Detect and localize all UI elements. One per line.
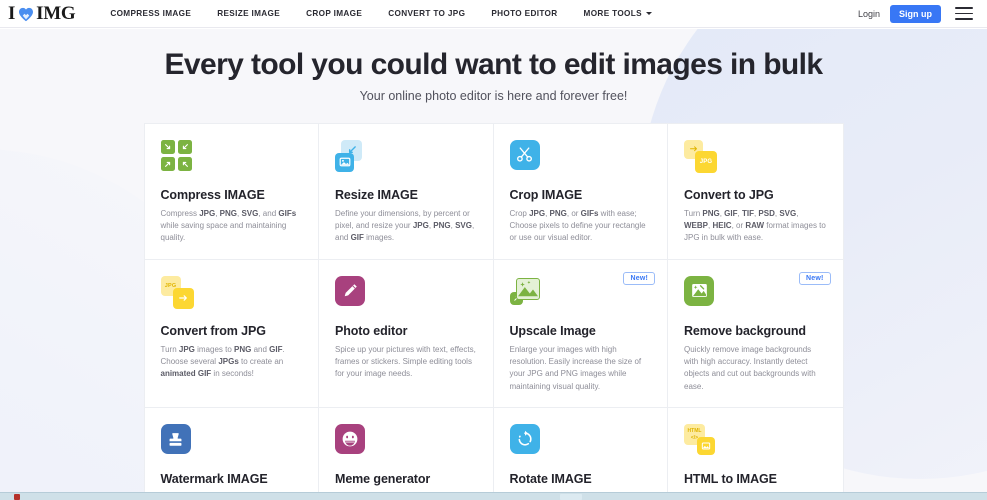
tool-title: HTML to IMAGE	[684, 472, 777, 487]
nav-photo-editor[interactable]: PHOTO EDITOR	[478, 3, 570, 24]
status-badge: New!	[798, 271, 831, 285]
signup-button[interactable]: Sign up	[890, 4, 941, 23]
convert-from-jpg-icon: JPG	[160, 275, 303, 312]
tool-title: Crop IMAGE	[509, 187, 583, 202]
resize-photo-icon	[335, 139, 477, 176]
pencil-icon	[335, 275, 477, 312]
tool-description: Compress JPG, PNG, SVG, and GIFs while s…	[160, 208, 297, 243]
heart-icon	[18, 7, 34, 22]
tool-title: Convert from JPG	[160, 323, 266, 338]
tool-convert-to-jpg[interactable]: JPG Convert to JPG Turn PNG, GIF, TIF, P…	[668, 123, 843, 260]
tool-title: Watermark IMAGE	[160, 472, 268, 487]
tool-resize-image[interactable]: Resize IMAGE Define your dimensions, by …	[319, 123, 494, 260]
nav-label: PHOTO EDITOR	[491, 9, 558, 18]
tool-title: Resize IMAGE	[335, 187, 418, 202]
tool-description: Turn PNG, GIF, TIF, PSD, SVG, WEBP, HEIC…	[684, 208, 826, 243]
tool-title: Remove background	[684, 323, 806, 338]
logo-text-pre: I	[8, 2, 16, 24]
tool-title: Compress IMAGE	[160, 187, 265, 202]
site-logo[interactable]: I IMG	[8, 2, 76, 25]
main-content: Every tool you could want to edit images…	[0, 28, 987, 500]
page-root: I IMG COMPRESS IMAGE RESIZE IMAGE CROP I…	[0, 0, 987, 500]
tool-title: Meme generator	[335, 472, 431, 487]
hero-section: Every tool you could want to edit images…	[0, 46, 987, 123]
nav-label: COMPRESS IMAGE	[110, 9, 192, 18]
nav-more-tools[interactable]: MORE TOOLS	[571, 3, 665, 24]
tool-description: Crop JPG, PNG, or GIFs with ease; Choose…	[509, 208, 646, 243]
os-taskbar[interactable]	[0, 492, 987, 500]
tool-remove-background[interactable]: New! Remove background Quickly remove im…	[668, 259, 843, 409]
logo-text-post: IMG	[36, 2, 76, 24]
tool-description: Spice up your pictures with text, effect…	[335, 344, 476, 379]
status-badge: New!	[623, 271, 655, 285]
tool-crop-image[interactable]: Crop IMAGE Crop JPG, PNG, or GIFs with e…	[493, 123, 668, 260]
convert-to-jpg-icon: JPG	[684, 139, 827, 176]
nav-label: CROP IMAGE	[306, 9, 363, 18]
stamp-icon	[160, 424, 303, 460]
tool-title: Convert to JPG	[684, 187, 774, 202]
meme-face-icon	[335, 424, 477, 460]
hamburger-menu-icon[interactable]	[955, 7, 973, 20]
tool-title: Photo editor	[335, 323, 408, 338]
nav-compress-image[interactable]: COMPRESS IMAGE	[97, 3, 204, 24]
tool-description: Turn JPG images to PNG and GIF. Choose s…	[160, 344, 285, 379]
nav-label: RESIZE IMAGE	[217, 9, 281, 18]
tool-photo-editor[interactable]: Photo editor Spice up your pictures with…	[319, 259, 494, 409]
nav-resize-image[interactable]: RESIZE IMAGE	[204, 3, 293, 24]
tool-title: Rotate IMAGE	[509, 472, 592, 487]
taskbar-app-icon[interactable]	[14, 493, 20, 500]
tool-title: Upscale Image	[509, 323, 596, 338]
tool-watermark-image[interactable]: Watermark IMAGE Stamp an image or text o…	[144, 408, 319, 500]
tool-description: Quickly remove image backgrounds with hi…	[684, 344, 816, 391]
header-actions: Login Sign up	[858, 4, 973, 23]
page-subtitle: Your online photo editor is here and for…	[359, 88, 628, 103]
nav-crop-image[interactable]: CROP IMAGE	[293, 3, 375, 24]
nav-convert-to-jpg[interactable]: CONVERT TO JPG	[375, 3, 478, 24]
tool-description: Define your dimensions, by percent or pi…	[335, 208, 475, 243]
scissors-icon	[509, 139, 652, 176]
rotate-icon	[509, 424, 652, 460]
chevron-down-icon	[645, 12, 652, 15]
site-header: I IMG COMPRESS IMAGE RESIZE IMAGE CROP I…	[0, 0, 987, 28]
tool-meme-generator[interactable]: Meme generator Create your memes online …	[319, 408, 494, 500]
nav-label: MORE TOOLS	[583, 9, 642, 18]
tool-description: Enlarge your images with high resolution…	[509, 344, 642, 391]
page-title: Every tool you could want to edit images…	[164, 48, 824, 81]
tool-compress-image[interactable]: Compress IMAGE Compress JPG, PNG, SVG, a…	[144, 123, 319, 260]
taskbar-window-tile[interactable]	[560, 493, 582, 500]
nav-label: CONVERT TO JPG	[388, 9, 466, 18]
html-to-image-icon: HTML </>	[684, 424, 827, 460]
main-nav: COMPRESS IMAGE RESIZE IMAGE CROP IMAGE C…	[97, 3, 858, 24]
tool-convert-from-jpg[interactable]: JPG Convert from JPG Turn JPG images to …	[144, 259, 319, 409]
tool-rotate-image[interactable]: Rotate IMAGE Rotate many images JPG, PNG…	[493, 408, 668, 500]
tool-upscale-image[interactable]: New! Upscale Image Enlarge your images w…	[493, 259, 668, 409]
compress-grid-icon	[160, 139, 303, 176]
tool-html-to-image[interactable]: HTML</> HTML to IMAGE Convert webpages i…	[668, 408, 843, 500]
login-link[interactable]: Login	[858, 9, 880, 19]
tools-grid: Compress IMAGE Compress JPG, PNG, SVG, a…	[143, 122, 844, 500]
